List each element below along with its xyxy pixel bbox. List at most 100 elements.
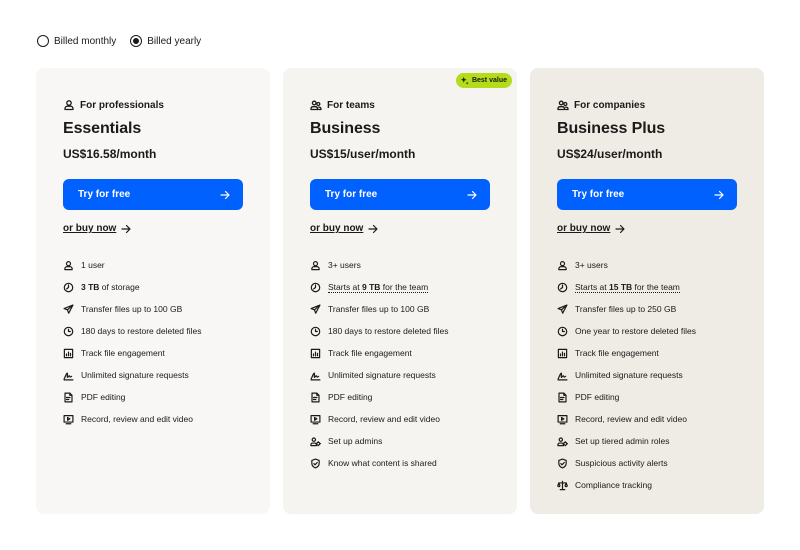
plan-audience-label: For companies	[574, 99, 646, 111]
feature-item-video: Record, review and edit video	[310, 408, 449, 430]
chart-icon	[63, 348, 74, 359]
feature-item-chart: Track file engagement	[63, 342, 202, 364]
feature-label: Set up tiered admin roles	[575, 436, 670, 446]
feature-text: Unlimited signature requests	[328, 370, 436, 380]
feature-item-pdf-edit: PDF editing	[557, 386, 696, 408]
feature-label: PDF editing	[328, 392, 372, 402]
try-for-free-label: Try for free	[572, 189, 625, 200]
billed-yearly-label: Billed yearly	[147, 35, 202, 47]
plan-price: US$16.58/month	[63, 147, 157, 161]
arrow-right-icon	[467, 190, 477, 200]
feature-text: Track file engagement	[81, 348, 165, 358]
billed-yearly-radio[interactable]	[130, 35, 143, 47]
buy-now-link[interactable]: or buy now	[557, 223, 625, 234]
feature-label: Transfer files up to 100 GB	[328, 304, 429, 314]
feature-text: Suspicious activity alerts	[575, 458, 668, 468]
try-for-free-label: Try for free	[78, 189, 131, 200]
buy-now-link[interactable]: or buy now	[310, 223, 378, 234]
feature-text: 3+ users	[328, 260, 361, 270]
clock-storage-icon	[63, 282, 74, 293]
feature-label: Unlimited signature requests	[328, 370, 436, 380]
feature-item-user: 1 user	[63, 254, 202, 276]
feature-label: Unlimited signature requests	[575, 370, 683, 380]
feature-list: 3+ users Starts at 15 TB for the team Tr…	[557, 254, 696, 496]
plan-audience: For teams	[310, 99, 375, 111]
plan-name: Business	[310, 120, 381, 137]
feature-text: PDF editing	[575, 392, 620, 402]
feature-text: Unlimited signature requests	[81, 370, 189, 380]
restore-icon	[557, 326, 568, 337]
feature-text: Set up tiered admin roles	[575, 436, 670, 446]
billed-monthly-radio[interactable]	[37, 35, 49, 47]
feature-item-signature: Unlimited signature requests	[557, 364, 696, 386]
paper-plane-icon	[63, 304, 74, 315]
chart-icon	[557, 348, 568, 359]
video-icon	[63, 414, 74, 425]
clock-storage-icon	[557, 282, 568, 293]
feature-tooltip-trigger[interactable]: Starts at 15 TB for the team	[575, 282, 680, 293]
billed-monthly-option[interactable]: Billed monthly	[37, 35, 116, 47]
feature-item-clock-storage: 3 TB of storage	[63, 276, 202, 298]
sparkle-icon	[460, 76, 469, 85]
clock-storage-icon	[310, 282, 321, 293]
shield-icon	[557, 458, 568, 469]
feature-item-video: Record, review and edit video	[557, 408, 696, 430]
buy-now-link[interactable]: or buy now	[63, 223, 131, 234]
best-value-badge: Best value	[455, 73, 512, 88]
feature-item-clock-storage: Starts at 15 TB for the team	[557, 276, 696, 298]
billed-yearly-option[interactable]: Billed yearly	[130, 35, 201, 47]
feature-text: Transfer files up to 100 GB	[328, 304, 430, 314]
feature-text: Record, review and edit video	[81, 414, 193, 424]
plan-price: US$15/user/month	[310, 147, 416, 161]
try-for-free-button[interactable]: Try for free	[310, 179, 490, 210]
buy-now-label: or buy now	[310, 223, 364, 234]
feature-label: One year to restore deleted files	[575, 326, 696, 336]
paper-plane-icon	[557, 304, 568, 315]
feature-label: Record, review and edit video	[328, 414, 440, 424]
try-for-free-button[interactable]: Try for free	[557, 179, 737, 210]
feature-text: Know what content is shared	[328, 458, 437, 468]
feature-prefix: Starts at	[575, 281, 610, 292]
feature-label: 3+ users	[575, 260, 608, 270]
team-icon	[310, 99, 322, 111]
feature-label: Track file engagement	[328, 348, 412, 358]
feature-label: PDF editing	[575, 392, 619, 402]
plan-price: US$24/user/month	[557, 147, 663, 161]
feature-text: One year to restore deleted files	[575, 326, 696, 336]
user-icon	[63, 99, 75, 111]
user-icon	[557, 260, 568, 271]
buy-now-label: or buy now	[63, 223, 117, 234]
feature-item-signature: Unlimited signature requests	[310, 364, 449, 386]
feature-text: 180 days to restore deleted files	[328, 326, 449, 336]
feature-item-admins: Set up admins	[310, 430, 449, 452]
feature-text: Record, review and edit video	[328, 414, 440, 424]
paper-plane-icon	[310, 304, 321, 315]
scales-icon	[557, 480, 568, 491]
feature-item-shield: Suspicious activity alerts	[557, 452, 696, 474]
shield-icon	[310, 458, 321, 469]
feature-label: Track file engagement	[575, 348, 659, 358]
feature-text: for the team	[380, 281, 429, 292]
feature-text: Set up admins	[328, 436, 383, 446]
feature-label: Transfer files up to 250 GB	[575, 304, 676, 314]
try-for-free-button[interactable]: Try for free	[63, 179, 243, 210]
video-icon	[310, 414, 321, 425]
feature-list: 3+ users Starts at 9 TB for the team Tra…	[310, 254, 449, 474]
feature-prefix: Starts at	[328, 281, 363, 292]
try-for-free-label: Try for free	[325, 189, 378, 200]
plan-audience-label: For teams	[327, 99, 375, 111]
feature-item-paper-plane: Transfer files up to 100 GB	[63, 298, 202, 320]
feature-label: Track file engagement	[81, 348, 165, 358]
feature-text: 180 days to restore deleted files	[81, 326, 202, 336]
feature-text: 1 user	[81, 260, 105, 270]
feature-label: Set up admins	[328, 436, 382, 446]
arrow-right-icon	[368, 224, 378, 234]
feature-label: 1 user	[81, 260, 105, 270]
feature-text: PDF editing	[81, 392, 126, 402]
feature-text: Record, review and edit video	[575, 414, 687, 424]
restore-icon	[310, 326, 321, 337]
feature-tooltip-trigger[interactable]: Starts at 9 TB for the team	[328, 281, 429, 293]
feature-list: 1 user 3 TB of storage Transfer files up…	[63, 254, 202, 430]
plan-audience-label: For professionals	[80, 99, 164, 111]
user-icon	[63, 260, 74, 271]
